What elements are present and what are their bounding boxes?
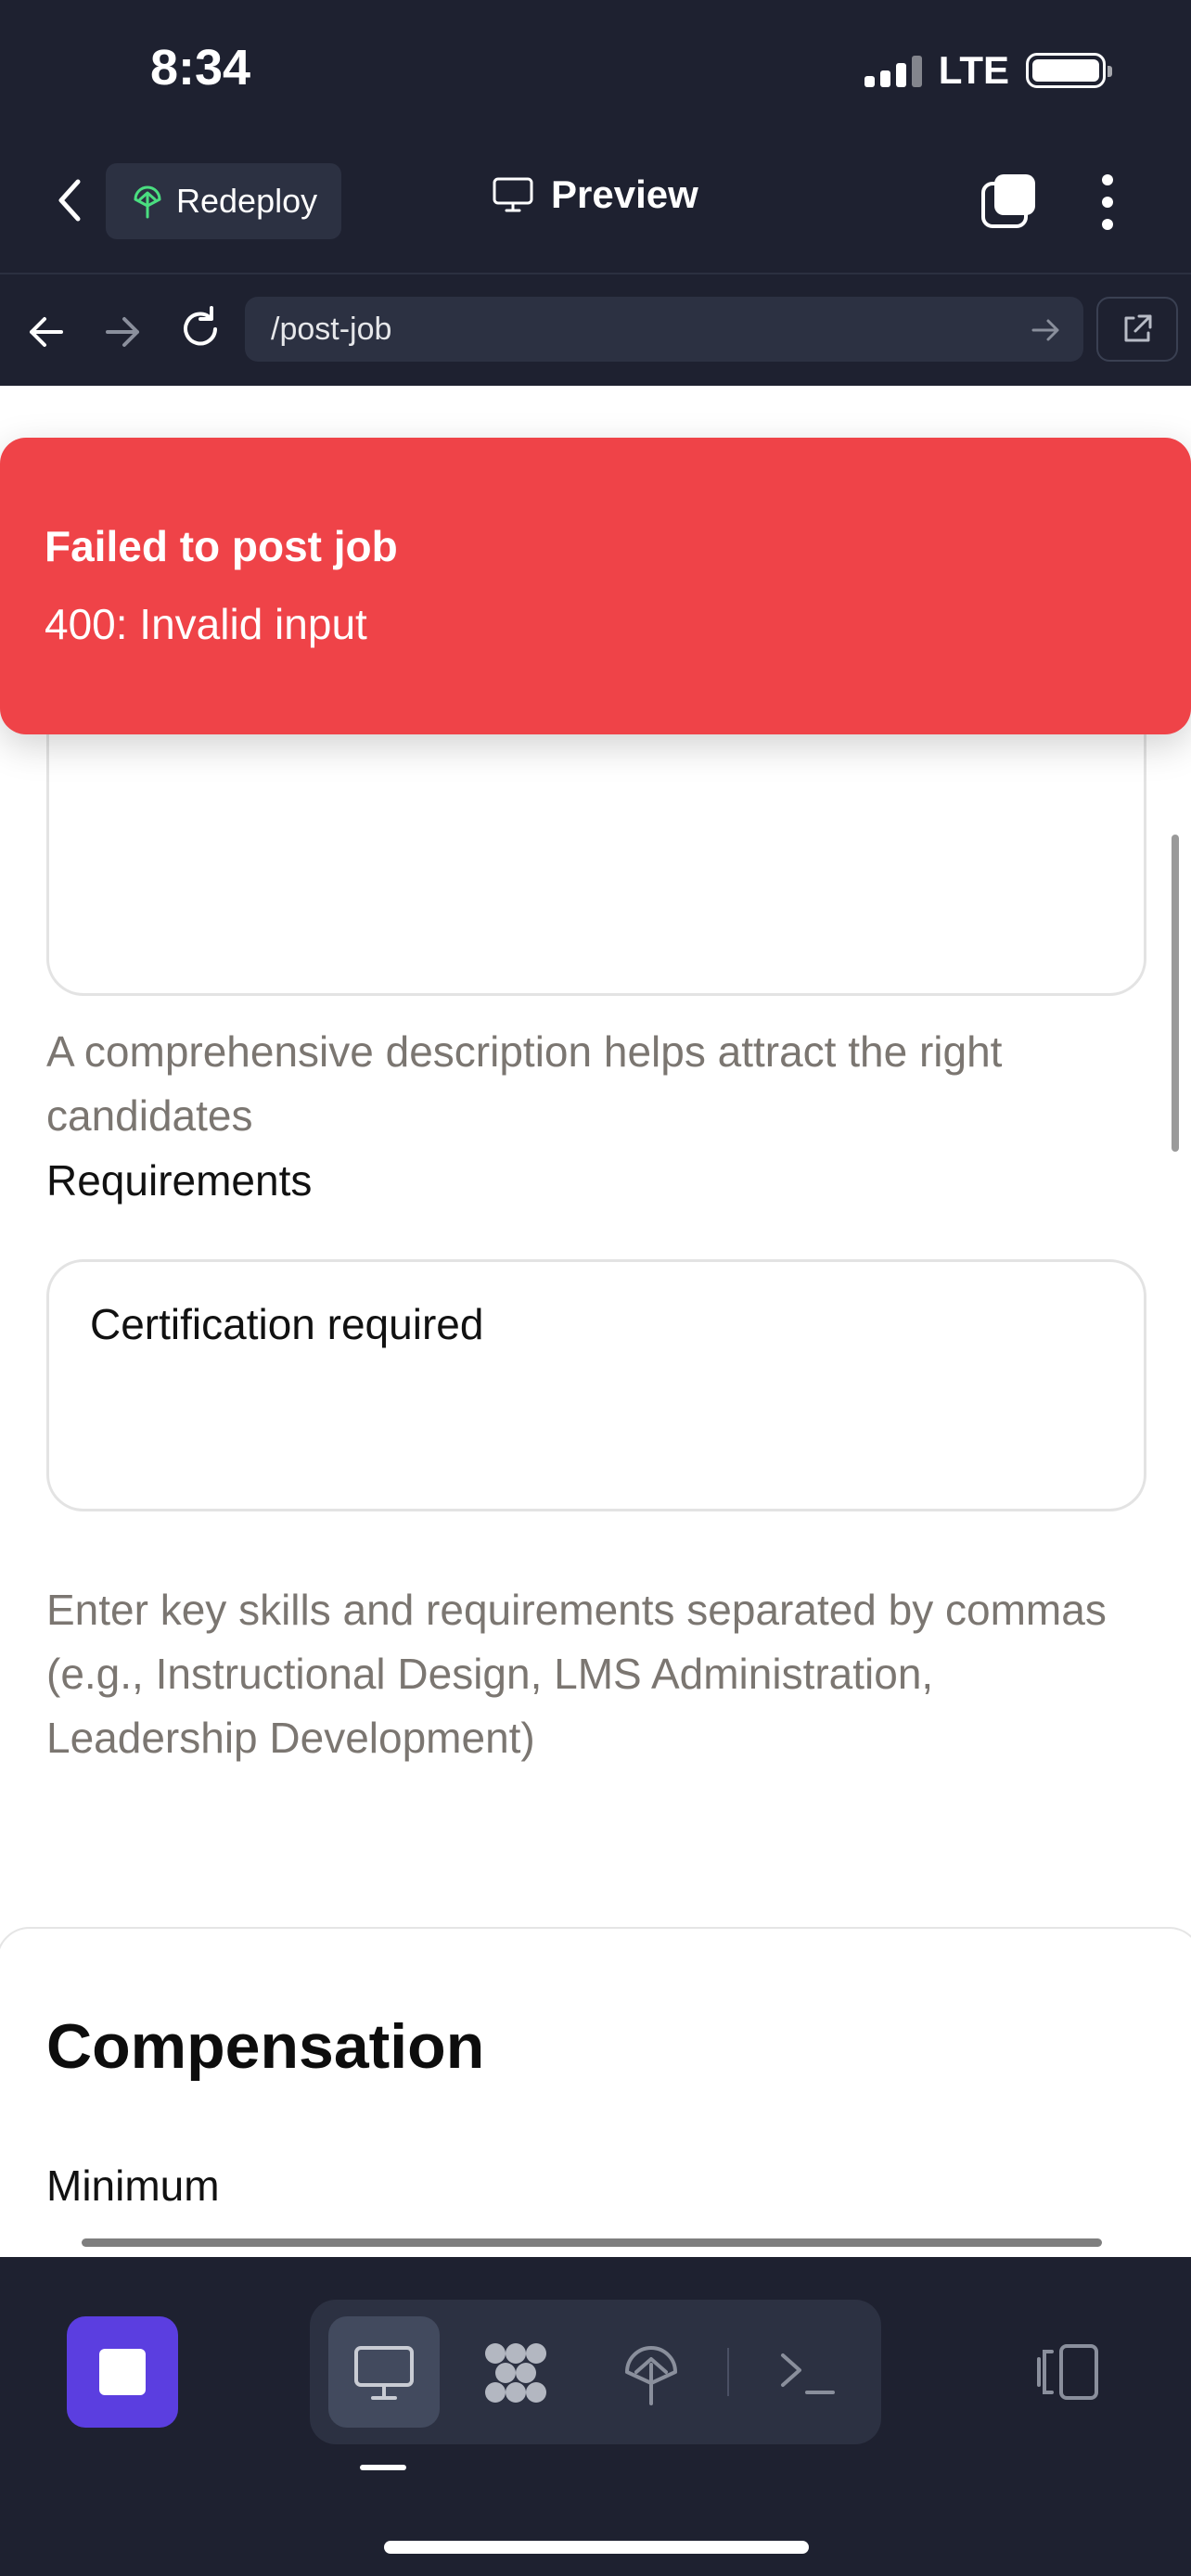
requirements-textarea[interactable]: Certification required	[46, 1259, 1146, 1511]
preview-label: Preview	[551, 172, 698, 216]
reload-button[interactable]	[178, 306, 223, 352]
requirements-label: Requirements	[46, 1156, 313, 1205]
vertical-scrollbar[interactable]	[1172, 835, 1179, 1152]
view-terminal-button[interactable]	[774, 2340, 840, 2405]
arrow-left-icon	[30, 317, 63, 347]
switcher-divider	[727, 2348, 729, 2396]
network-label: LTE	[938, 48, 1009, 92]
monitor-icon	[493, 177, 533, 212]
deploy-icon	[625, 2346, 677, 2405]
url-go-button[interactable]	[1030, 315, 1063, 345]
description-help: A comprehensive description helps attrac…	[46, 1027, 1003, 1140]
url-path: /post-job	[271, 311, 392, 347]
view-workspace-button[interactable]	[482, 2340, 549, 2405]
terminal-icon	[781, 2353, 835, 2394]
browser-forward-button[interactable]	[100, 312, 145, 352]
tabs-button[interactable]	[980, 172, 1037, 230]
minimum-label: Minimum	[46, 2162, 220, 2210]
chevron-left-icon	[58, 179, 81, 222]
header-divider	[0, 273, 1191, 274]
back-button[interactable]	[48, 172, 93, 228]
toast-title: Failed to post job	[45, 522, 398, 570]
compensation-title: Compensation	[46, 2011, 485, 2082]
active-view-indicator	[360, 2465, 406, 2470]
toggle-panel-button[interactable]	[1035, 2342, 1102, 2402]
deploy-icon	[134, 185, 161, 219]
stop-icon	[99, 2349, 146, 2395]
compensation-card: Compensation Minimum	[0, 1927, 1191, 2257]
signal-icon	[864, 54, 922, 87]
redeploy-button[interactable]: Redeploy	[106, 163, 341, 239]
requirements-value: Certification required	[90, 1300, 484, 1348]
home-indicator	[384, 2541, 809, 2554]
open-external-button[interactable]	[1096, 297, 1178, 362]
url-input[interactable]: /post-job	[245, 297, 1083, 362]
arrow-right-icon	[106, 317, 139, 347]
external-link-icon	[1124, 314, 1152, 342]
redeploy-label: Redeploy	[176, 182, 318, 220]
panel-toggle-icon	[1037, 2344, 1098, 2400]
tabs-icon	[981, 174, 1035, 228]
preview-title: Preview	[492, 172, 698, 217]
requirements-help: Enter key skills and requirements separa…	[46, 1586, 1107, 1762]
status-indicators: LTE	[864, 48, 1112, 93]
monitor-icon	[354, 2346, 414, 2400]
battery-icon	[1026, 53, 1112, 88]
more-vertical-icon	[1102, 174, 1113, 230]
toast-message: 400: Invalid input	[45, 600, 367, 648]
more-menu-button[interactable]	[1095, 172, 1121, 232]
arrow-right-icon	[1031, 319, 1059, 341]
view-preview-button[interactable]	[351, 2340, 417, 2405]
status-time: 8:34	[150, 40, 251, 96]
browser-back-button[interactable]	[24, 312, 69, 352]
reload-icon	[184, 306, 217, 346]
view-deploy-button[interactable]	[618, 2340, 685, 2405]
error-toast[interactable]	[0, 438, 1191, 734]
grid-icon	[485, 2343, 546, 2403]
stop-button[interactable]	[67, 2316, 178, 2428]
horizontal-scrollbar[interactable]	[82, 2238, 1102, 2247]
